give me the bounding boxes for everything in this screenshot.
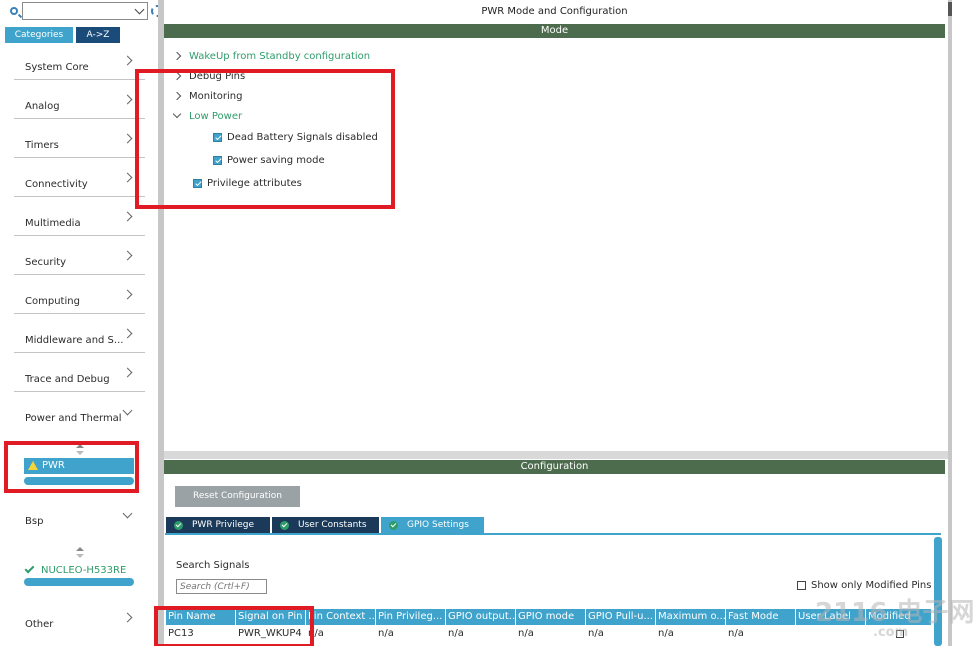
check-circle-icon (389, 521, 398, 530)
cell-pin-context[interactable]: n/a (306, 627, 376, 641)
check-circle-icon (174, 521, 183, 530)
cell-gpio-output[interactable]: n/a (446, 627, 516, 641)
cell-gpio-pull[interactable]: n/a (586, 627, 656, 641)
chevron-right-icon (122, 612, 133, 623)
mode-config-panel: PWR Mode and Configuration Mode WakeUp f… (135, 0, 948, 646)
chevron-right-icon (122, 133, 133, 144)
category-other[interactable]: Other (14, 603, 145, 637)
tab-pwr-privilege[interactable]: PWR Privilege (166, 517, 270, 534)
col-maximum-output[interactable]: Maximum o... (656, 609, 726, 625)
right-splitter-handle[interactable] (948, 2, 952, 16)
category-trace-and-debug[interactable]: Trace and Debug (14, 358, 145, 392)
col-gpio-output[interactable]: GPIO output... (446, 609, 516, 625)
col-gpio-mode[interactable]: GPIO mode (516, 609, 586, 625)
category-middleware[interactable]: Middleware and S... (14, 319, 145, 353)
category-power-and-thermal[interactable]: Power and Thermal (14, 397, 145, 431)
mode-header: Mode (164, 24, 945, 38)
chevron-right-icon (122, 55, 133, 66)
col-pin-context[interactable]: Pin Context ... (306, 609, 376, 625)
horizontal-splitter[interactable] (164, 451, 948, 459)
category-bsp[interactable]: Bsp (14, 500, 145, 534)
category-security[interactable]: Security (14, 241, 145, 275)
chevron-right-icon (122, 289, 133, 300)
category-connectivity[interactable]: Connectivity (14, 163, 145, 197)
reset-configuration-button[interactable]: Reset Configuration (175, 486, 300, 507)
col-fast-mode[interactable]: Fast Mode (726, 609, 796, 625)
category-computing[interactable]: Computing (14, 280, 145, 314)
category-analog[interactable]: Analog (14, 85, 145, 119)
cell-fast-mode[interactable]: n/a (726, 627, 796, 641)
chevron-right-icon (122, 328, 133, 339)
search-icon[interactable] (10, 7, 18, 15)
check-circle-icon (280, 521, 289, 530)
annotation-box-pin-row (154, 606, 314, 646)
show-modified-checkbox[interactable] (797, 581, 806, 590)
cell-gpio-mode[interactable]: n/a (516, 627, 586, 641)
category-search-select[interactable] (22, 2, 148, 20)
check-icon (24, 563, 35, 574)
stm32cubemx-window: Categories A->Z System Core Analog Timer… (0, 0, 973, 646)
watermark: 2116 电子网 .com (815, 598, 973, 640)
chevron-right-icon (122, 94, 133, 105)
configuration-header: Configuration (164, 460, 945, 474)
right-splitter[interactable] (948, 0, 952, 646)
tab-gpio-settings[interactable]: GPIO Settings (381, 517, 484, 534)
category-multimedia[interactable]: Multimedia (14, 202, 145, 236)
chevron-down-icon (134, 4, 145, 15)
chevron-right-icon (122, 172, 133, 183)
col-pin-privilege[interactable]: Pin Privileg... (376, 609, 446, 625)
page-title: PWR Mode and Configuration (481, 6, 628, 17)
cell-pin-privilege[interactable]: n/a (376, 627, 446, 641)
board-scroll-indicator[interactable] (24, 578, 134, 586)
sort-icon[interactable] (76, 547, 84, 559)
annotation-box-low-power (135, 69, 395, 209)
category-timers[interactable]: Timers (14, 124, 145, 158)
tab-categories[interactable]: Categories (5, 27, 73, 43)
tab-a-to-z[interactable]: A->Z (76, 27, 120, 43)
tab-user-constants[interactable]: User Constants (272, 517, 379, 534)
chevron-down-icon (122, 405, 133, 416)
cell-maximum-output[interactable]: n/a (656, 627, 726, 641)
chevron-down-icon (122, 508, 133, 519)
chevron-right-icon (122, 367, 133, 378)
category-system-core[interactable]: System Core (14, 46, 145, 80)
chevron-right-icon (172, 51, 182, 61)
category-search (8, 2, 163, 20)
col-gpio-pull[interactable]: GPIO Pull-u... (586, 609, 656, 625)
annotation-box-pwr (4, 441, 139, 493)
board-nucleo[interactable]: NUCLEO-H533RE (24, 563, 134, 578)
tab-underline (165, 533, 941, 535)
search-signals-label: Search Signals (176, 560, 250, 571)
chevron-right-icon (122, 211, 133, 222)
chevron-right-icon (122, 250, 133, 261)
search-signals-input[interactable] (176, 579, 267, 594)
